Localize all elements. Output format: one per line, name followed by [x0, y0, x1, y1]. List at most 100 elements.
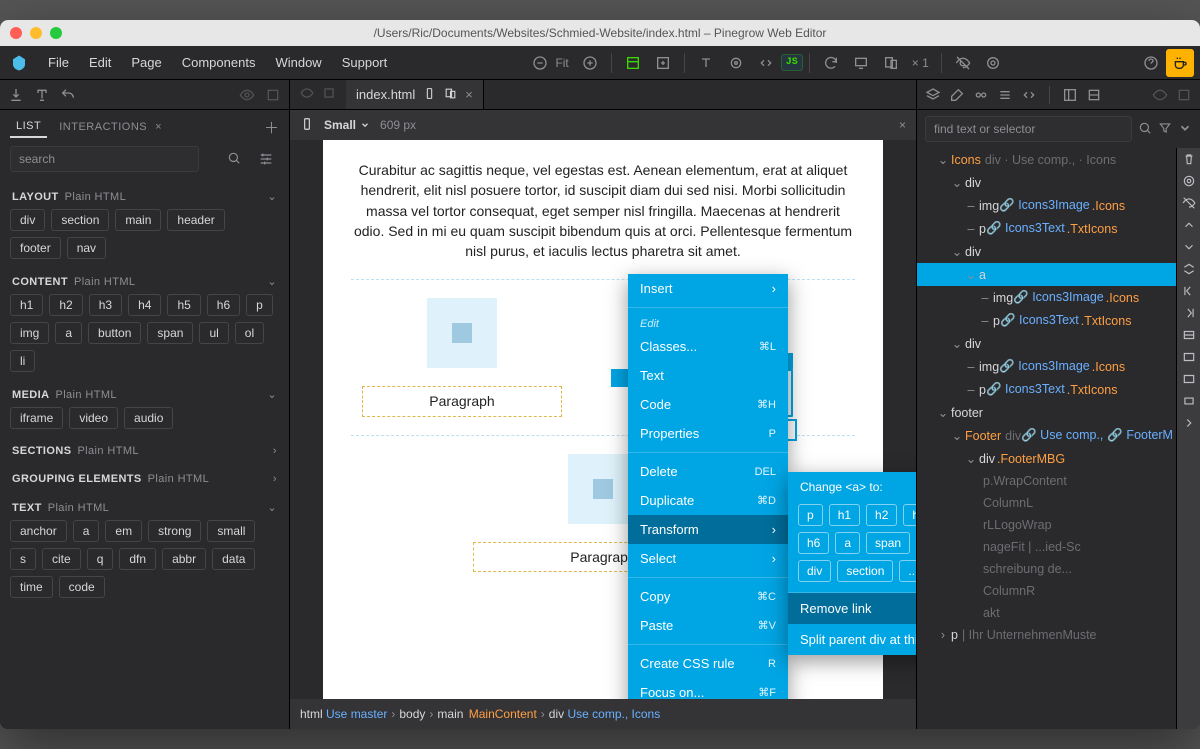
element-chip-a[interactable]: a: [73, 520, 100, 542]
paragraph-label[interactable]: Paragraph: [362, 386, 562, 416]
chev-right-icon[interactable]: [1180, 414, 1198, 432]
element-chip-h6[interactable]: h6: [207, 294, 240, 316]
document-tab[interactable]: index.html ×: [346, 80, 484, 109]
crumb-main[interactable]: main MainContent: [437, 707, 536, 721]
element-chip-dfn[interactable]: dfn: [119, 548, 156, 570]
element-chip-s[interactable]: s: [10, 548, 36, 570]
tree-node[interactable]: –p 🔗 Icons3Text .TxtIcons: [917, 309, 1200, 332]
menu-properties[interactable]: PropertiesP: [628, 419, 788, 448]
zoom-in-button[interactable]: [577, 50, 603, 76]
group-header-layout[interactable]: LAYOUTPlain HTML⌄: [0, 180, 289, 209]
menu-delete[interactable]: DeleteDEL: [628, 457, 788, 486]
panel-icon[interactable]: [322, 86, 336, 103]
brush-icon[interactable]: [949, 87, 965, 103]
tree-node[interactable]: ⌄div: [917, 332, 1200, 355]
device-desktop-button[interactable]: [848, 50, 874, 76]
tree-node[interactable]: ⌄a: [917, 263, 1200, 286]
menu-focus-on[interactable]: Focus on...⌘F: [628, 678, 788, 699]
tab-add-button[interactable]: ＋: [264, 117, 279, 138]
insert-tool-button[interactable]: [650, 50, 676, 76]
element-chip-ol[interactable]: ol: [235, 322, 264, 344]
eye-icon[interactable]: [239, 87, 255, 103]
tree-node[interactable]: –img 🔗 Icons3Image .Icons: [917, 194, 1200, 217]
element-chip-h3[interactable]: h3: [89, 294, 122, 316]
tree-node[interactable]: –p 🔗 Icons3Text .TxtIcons: [917, 378, 1200, 401]
transform-chip-h2[interactable]: h2: [866, 504, 897, 526]
chevron-down-icon[interactable]: [1178, 121, 1192, 138]
trash-icon[interactable]: [1180, 150, 1198, 168]
tree-node[interactable]: rLLogoWrap: [917, 514, 1200, 536]
group-header-sections[interactable]: SECTIONSPlain HTML›: [0, 435, 289, 463]
tree-node[interactable]: –img 🔗 Icons3Image .Icons: [917, 286, 1200, 309]
panel-pin-icon[interactable]: [265, 87, 281, 103]
snap-l-icon[interactable]: [1180, 282, 1198, 300]
list-icon[interactable]: [997, 87, 1013, 103]
crumb-html[interactable]: html Use master: [300, 707, 387, 721]
transform-chip-a[interactable]: a: [835, 532, 860, 554]
menu-page[interactable]: Page: [121, 55, 171, 70]
visibility-icon[interactable]: [300, 86, 314, 103]
menu-file[interactable]: File: [38, 55, 79, 70]
element-chip-data[interactable]: data: [212, 548, 255, 570]
actions-icon[interactable]: [1086, 87, 1102, 103]
transform-chip-[interactable]: ...: [899, 560, 916, 582]
element-chip-img[interactable]: img: [10, 322, 49, 344]
target-icon[interactable]: [1180, 172, 1198, 190]
group-header-grouping-elements[interactable]: GROUPING ELEMENTSPlain HTML›: [0, 463, 289, 491]
eye-off-icon[interactable]: [1180, 194, 1198, 212]
filter-icon[interactable]: [1158, 121, 1172, 138]
code-tool-button[interactable]: [753, 50, 779, 76]
tree-node[interactable]: –img 🔗 Icons3Image .Icons: [917, 355, 1200, 378]
transform-chip-h3[interactable]: h3: [903, 504, 916, 526]
element-chip-li[interactable]: li: [10, 350, 35, 372]
tree-node[interactable]: ⌄Icons div · Use comp., · Icons: [917, 148, 1200, 171]
js-toggle-button[interactable]: JS: [781, 54, 803, 71]
tree-node[interactable]: ›p| Ihr UnternehmenMuste: [917, 624, 1200, 646]
device-mobile-icon[interactable]: [423, 87, 436, 103]
text-tool-button[interactable]: [693, 50, 719, 76]
element-chip-section[interactable]: section: [51, 209, 109, 231]
tree-node[interactable]: ColumnR: [917, 580, 1200, 602]
snap-r-icon[interactable]: [1180, 304, 1198, 322]
refresh-button[interactable]: [818, 50, 844, 76]
menu-transform[interactable]: Transform›: [628, 515, 788, 544]
element-chip-header[interactable]: header: [167, 209, 224, 231]
tree-node[interactable]: ⌄div: [917, 171, 1200, 194]
element-chip-ul[interactable]: ul: [199, 322, 228, 344]
element-chip-p[interactable]: p: [246, 294, 273, 316]
image-placeholder-icon[interactable]: [427, 298, 497, 368]
rect-half-icon[interactable]: [1180, 326, 1198, 344]
tab-list[interactable]: LIST: [10, 116, 47, 138]
tree-node[interactable]: –p 🔗 Icons3Text .TxtIcons: [917, 217, 1200, 240]
menu-insert[interactable]: Insert›: [628, 274, 788, 303]
viewport-device-icon[interactable]: [300, 117, 314, 134]
tree-node[interactable]: ColumnL: [917, 492, 1200, 514]
tab-interactions[interactable]: INTERACTIONS: [53, 117, 153, 137]
support-coffee-button[interactable]: [1166, 49, 1194, 77]
element-chip-code[interactable]: code: [59, 576, 105, 598]
panel-pin-icon[interactable]: [1176, 87, 1192, 103]
menu-edit[interactable]: Edit: [79, 55, 121, 70]
element-chip-h2[interactable]: h2: [49, 294, 82, 316]
rect-icon[interactable]: [1180, 348, 1198, 366]
element-chip-h5[interactable]: h5: [167, 294, 200, 316]
element-chip-q[interactable]: q: [87, 548, 114, 570]
device-frames-button[interactable]: [878, 50, 904, 76]
preview-button[interactable]: [980, 50, 1006, 76]
style-icon[interactable]: [925, 87, 941, 103]
menu-create-css-rule[interactable]: Create CSS ruleR: [628, 649, 788, 678]
help-button[interactable]: [1138, 50, 1164, 76]
element-chip-a[interactable]: a: [55, 322, 82, 344]
rect-dash-icon[interactable]: [1180, 370, 1198, 388]
transform-chip-p[interactable]: p: [798, 504, 823, 526]
tree-node[interactable]: akt: [917, 602, 1200, 624]
element-chip-time[interactable]: time: [10, 576, 53, 598]
element-chip-main[interactable]: main: [115, 209, 161, 231]
element-chip-footer[interactable]: footer: [10, 237, 61, 259]
tree-panel-icon[interactable]: [1062, 87, 1078, 103]
document-close-icon[interactable]: ×: [465, 87, 473, 102]
tree-node[interactable]: ⌄div .FooterMBG: [917, 447, 1200, 470]
element-chip-small[interactable]: small: [207, 520, 255, 542]
crumb-body[interactable]: body: [399, 707, 425, 721]
menu-paste[interactable]: Paste⌘V: [628, 611, 788, 640]
